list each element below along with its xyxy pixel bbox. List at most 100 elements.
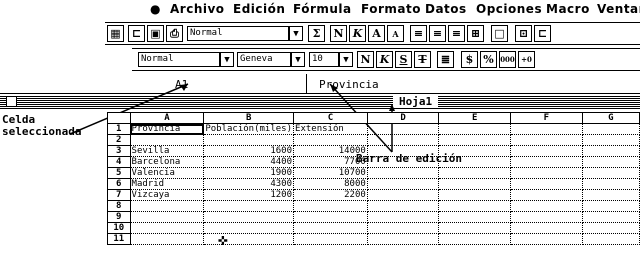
cell[interactable] <box>438 211 511 223</box>
cell[interactable] <box>510 178 583 190</box>
cell[interactable] <box>438 145 511 157</box>
cell[interactable] <box>367 189 440 201</box>
row-header[interactable]: 9 <box>107 211 131 223</box>
cell[interactable] <box>293 211 368 223</box>
row-header[interactable]: 3 <box>107 145 131 157</box>
cell[interactable] <box>367 156 440 168</box>
cell[interactable] <box>582 145 640 157</box>
row-header[interactable]: 2 <box>107 134 131 146</box>
cell[interactable] <box>582 200 640 212</box>
cell[interactable]: 7700 <box>293 156 368 168</box>
cell[interactable]: 8000 <box>293 178 368 190</box>
spreadsheet-grid[interactable]: A B C D E F G 1 Provincia Población(miles)… <box>107 112 640 245</box>
row-header[interactable]: 4 <box>107 156 131 168</box>
cell[interactable] <box>367 145 440 157</box>
cell[interactable] <box>367 167 440 179</box>
cell[interactable]: 10700 <box>293 167 368 179</box>
cell[interactable] <box>130 211 205 223</box>
table-row: 1 Provincia Población(miles) Extensión <box>107 123 640 135</box>
cell[interactable] <box>582 211 640 223</box>
cell[interactable]: Barcelona <box>130 156 205 168</box>
cell[interactable] <box>510 200 583 212</box>
cell[interactable] <box>130 222 205 234</box>
cell[interactable] <box>438 167 511 179</box>
cell[interactable]: 2200 <box>293 189 368 201</box>
cell[interactable] <box>582 156 640 168</box>
selected-cell[interactable]: Provincia <box>130 123 205 135</box>
cell[interactable]: Vizcaya <box>130 189 205 201</box>
cell[interactable] <box>510 167 583 179</box>
cell[interactable] <box>367 222 440 234</box>
cell[interactable] <box>367 200 440 212</box>
cell[interactable] <box>510 145 583 157</box>
cell[interactable] <box>293 222 368 234</box>
cell[interactable] <box>367 233 440 245</box>
cell[interactable] <box>510 123 583 135</box>
cell[interactable] <box>203 200 295 212</box>
column-header[interactable]: B <box>203 112 295 124</box>
column-header[interactable]: E <box>438 112 511 124</box>
row-header[interactable]: 6 <box>107 178 131 190</box>
cell[interactable] <box>582 123 640 135</box>
row-header[interactable]: 11 <box>107 233 131 245</box>
cell[interactable] <box>367 134 440 146</box>
cell[interactable] <box>510 222 583 234</box>
cell[interactable] <box>438 123 511 135</box>
cell[interactable] <box>203 211 295 223</box>
cell[interactable] <box>510 156 583 168</box>
column-header[interactable]: A <box>129 112 205 124</box>
row-header[interactable]: 1 <box>107 123 131 135</box>
cell[interactable] <box>582 222 640 234</box>
cell[interactable]: Valencia <box>130 167 205 179</box>
cell[interactable] <box>293 200 368 212</box>
cell[interactable] <box>510 134 583 146</box>
cell[interactable] <box>438 156 511 168</box>
row-header[interactable]: 7 <box>107 189 131 201</box>
cell[interactable]: 1600 <box>203 145 295 157</box>
cell[interactable] <box>438 178 511 190</box>
cell[interactable] <box>293 233 368 245</box>
cell[interactable] <box>130 134 205 146</box>
cell[interactable] <box>367 123 440 135</box>
cell[interactable] <box>203 134 295 146</box>
cell[interactable] <box>438 222 511 234</box>
column-header[interactable]: C <box>293 112 368 124</box>
cell[interactable] <box>582 189 640 201</box>
row-header[interactable]: 5 <box>107 167 131 179</box>
cell[interactable] <box>367 178 440 190</box>
cell[interactable]: 1900 <box>203 167 295 179</box>
cell[interactable] <box>293 134 368 146</box>
row-header[interactable]: 10 <box>107 222 131 234</box>
cell[interactable] <box>510 211 583 223</box>
cell[interactable] <box>582 167 640 179</box>
table-row: 5 Valencia 1900 10700 <box>107 167 640 179</box>
select-all-corner[interactable] <box>107 112 131 124</box>
column-header[interactable]: F <box>509 112 583 124</box>
cell[interactable] <box>438 233 511 245</box>
cell[interactable] <box>582 134 640 146</box>
cell[interactable] <box>510 189 583 201</box>
row-header[interactable]: 8 <box>107 200 131 212</box>
cell[interactable] <box>582 178 640 190</box>
cell[interactable]: Sevilla <box>130 145 205 157</box>
cell[interactable] <box>438 134 511 146</box>
column-header-row: A B C D E F G <box>107 112 640 124</box>
cell[interactable]: Extensión <box>293 123 368 135</box>
cell[interactable] <box>130 233 205 245</box>
table-row: 7 Vizcaya 1200 2200 <box>107 189 640 201</box>
cell[interactable] <box>130 200 205 212</box>
cell[interactable]: Población(miles) <box>203 123 295 135</box>
cell[interactable] <box>582 233 640 245</box>
cell[interactable] <box>438 189 511 201</box>
cell[interactable]: Madrid <box>130 178 205 190</box>
cell[interactable] <box>510 233 583 245</box>
cell[interactable]: 4300 <box>203 178 295 190</box>
column-header[interactable]: G <box>581 112 640 124</box>
table-row: 4 Barcelona 4400 7700 <box>107 156 640 168</box>
cell[interactable]: 14000 <box>293 145 368 157</box>
cell[interactable] <box>438 200 511 212</box>
column-header[interactable]: D <box>366 112 440 124</box>
cell[interactable]: 1200 <box>203 189 295 201</box>
cell[interactable] <box>367 211 440 223</box>
cell[interactable]: 4400 <box>203 156 295 168</box>
